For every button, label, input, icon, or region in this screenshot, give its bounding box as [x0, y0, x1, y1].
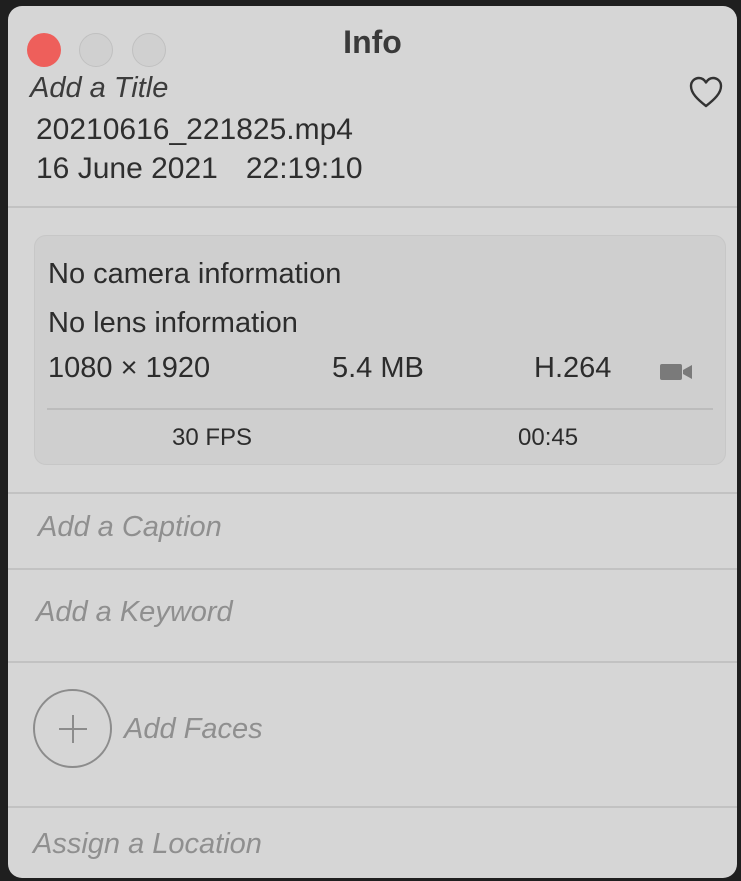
title-field[interactable]: Add a Title [30, 72, 168, 105]
info-window: Info Add a Title 20210616_221825.mp4 16 … [8, 6, 737, 878]
title-bar: Info [8, 6, 737, 76]
time-text: 22:19:10 [245, 152, 363, 185]
camera-info: No camera information [48, 258, 342, 290]
lens-info: No lens information [48, 307, 298, 339]
codec: H.264 [534, 352, 612, 384]
divider [8, 568, 737, 570]
caption-field[interactable]: Add a Caption [38, 511, 222, 544]
media-info-panel: No camera information No lens informatio… [34, 235, 726, 465]
panel-divider [47, 408, 713, 410]
capture-date: 16 June 2021 22:19:10 [36, 152, 391, 186]
divider [8, 806, 737, 808]
video-camera-icon [660, 364, 692, 380]
duration: 00:45 [518, 424, 579, 451]
add-faces-button[interactable] [33, 689, 112, 768]
date-text: 16 June 2021 [36, 152, 218, 185]
add-faces-label[interactable]: Add Faces [124, 713, 263, 746]
heart-icon[interactable] [688, 75, 724, 109]
window-title: Info [343, 24, 402, 60]
divider [8, 661, 737, 663]
divider [8, 206, 737, 208]
location-field[interactable]: Assign a Location [33, 828, 262, 861]
resolution: 1080 × 1920 [48, 352, 211, 384]
keyword-field[interactable]: Add a Keyword [36, 596, 233, 629]
frame-rate: 30 FPS [172, 424, 253, 451]
file-name: 20210616_221825.mp4 [36, 113, 353, 146]
file-size: 5.4 MB [332, 352, 424, 384]
divider [8, 492, 737, 494]
